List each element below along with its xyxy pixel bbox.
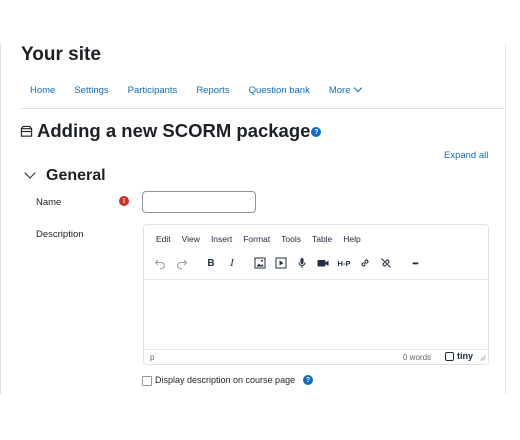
redo-icon[interactable]: [172, 252, 192, 274]
page-heading: Adding a new SCORM package ?: [20, 120, 322, 142]
name-input[interactable]: [142, 191, 256, 213]
tiny-logo-icon: [445, 351, 454, 361]
more-icon[interactable]: •••: [405, 252, 425, 274]
nav-home[interactable]: Home: [30, 85, 55, 96]
video-camera-icon[interactable]: [313, 252, 333, 274]
editor-content-area[interactable]: [144, 279, 488, 350]
nav-more-label: More: [328, 85, 351, 96]
editor-statusbar: p 0 words tiny: [144, 349, 488, 365]
section-general-header[interactable]: General: [24, 167, 106, 185]
media-icon[interactable]: [271, 252, 291, 274]
link-icon[interactable]: [355, 252, 375, 274]
secondary-navigation: Home Settings Participants Reports Quest…: [30, 83, 380, 96]
editor-menu-table[interactable]: Table: [312, 234, 332, 244]
nav-more-menu[interactable]: More: [328, 83, 362, 96]
microphone-icon[interactable]: [292, 252, 312, 274]
bold-icon[interactable]: B: [201, 252, 221, 274]
nav-reports[interactable]: Reports: [196, 85, 229, 96]
display-description-checkbox[interactable]: [142, 376, 152, 386]
undo-icon[interactable]: [150, 252, 170, 274]
chevron-down-icon: [353, 83, 362, 93]
nav-divider: [20, 108, 504, 109]
editor-menubar: Edit View Insert Format Tools Table Help: [156, 234, 372, 244]
expand-all-link[interactable]: Expand all: [444, 150, 488, 161]
word-count[interactable]: 0 words: [403, 353, 431, 362]
element-path[interactable]: p: [150, 353, 154, 362]
help-icon[interactable]: ?: [311, 127, 322, 137]
name-label: Name: [36, 197, 62, 208]
editor-menu-view[interactable]: View: [182, 234, 200, 244]
nav-participants[interactable]: Participants: [128, 85, 178, 96]
editor-toolbar: B I H-P •••: [144, 252, 488, 274]
chevron-down-icon: [24, 167, 36, 179]
tiny-logo[interactable]: tiny: [445, 351, 473, 361]
editor-menu-format[interactable]: Format: [243, 234, 270, 244]
resize-handle-icon[interactable]: [480, 355, 486, 361]
display-description-label: Display description on course page: [155, 375, 296, 385]
description-editor: Edit View Insert Format Tools Table Help…: [143, 224, 489, 365]
editor-menu-help[interactable]: Help: [343, 234, 360, 244]
editor-menu-tools[interactable]: Tools: [281, 234, 301, 244]
tiny-brand-text: tiny: [457, 351, 474, 361]
editor-menu-edit[interactable]: Edit: [156, 234, 171, 244]
page-frame-left: [0, 44, 1, 394]
editor-menu-insert[interactable]: Insert: [211, 234, 232, 244]
page-frame-right: [505, 44, 506, 394]
package-icon: [20, 125, 33, 137]
description-label: Description: [36, 229, 84, 240]
unlink-icon[interactable]: [376, 252, 396, 274]
image-icon[interactable]: [250, 252, 270, 274]
help-icon[interactable]: ?: [303, 375, 313, 385]
site-title: Your site: [21, 44, 101, 65]
h5p-icon[interactable]: H-P: [334, 252, 354, 274]
required-icon: !: [119, 196, 129, 206]
page-title: Adding a new SCORM package: [37, 120, 311, 141]
section-title: General: [46, 167, 106, 184]
nav-settings[interactable]: Settings: [74, 85, 108, 96]
italic-icon[interactable]: I: [222, 252, 242, 274]
nav-question-bank[interactable]: Question bank: [249, 85, 310, 96]
